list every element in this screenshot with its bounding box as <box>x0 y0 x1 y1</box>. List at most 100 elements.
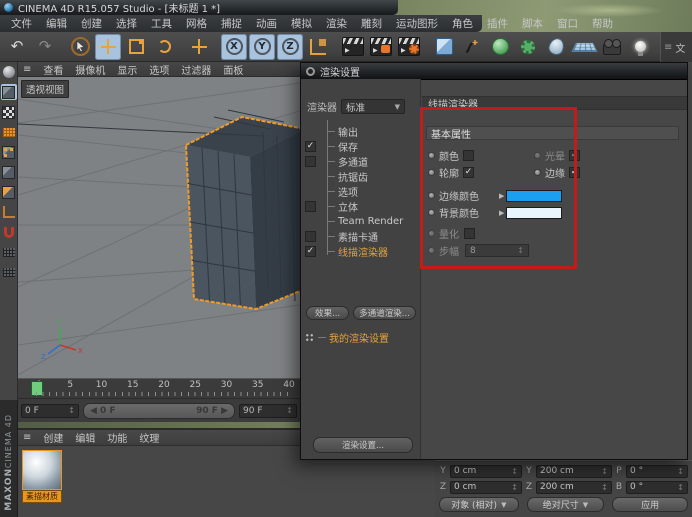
menu-item[interactable]: 脚本 <box>515 16 550 31</box>
effects-button[interactable]: 效果... <box>306 306 349 320</box>
spinner-icon[interactable]: ↕ <box>511 483 518 492</box>
keyframe-dot-icon[interactable] <box>428 192 435 199</box>
tree-item-label[interactable]: 立体 <box>338 199 358 214</box>
spinner-icon[interactable]: ↕ <box>511 467 518 476</box>
scale-tool-button[interactable] <box>123 34 149 60</box>
menu-item[interactable]: 文件 <box>4 16 39 31</box>
viewport-menu-item[interactable]: 过滤器 <box>181 62 211 77</box>
tree-item-label[interactable]: Team Render <box>338 216 403 227</box>
material-menu-item[interactable]: 编辑 <box>75 430 95 445</box>
edges-mode-button[interactable] <box>1 164 17 180</box>
tree-item-label[interactable]: 输出 <box>338 124 358 139</box>
settings-tree-item[interactable]: ✓ Team Render <box>301 214 420 229</box>
rotate-tool-button[interactable] <box>151 34 177 60</box>
menu-item[interactable]: 插件 <box>480 16 515 31</box>
light-button[interactable] <box>627 34 653 60</box>
viewport-menu-item[interactable]: 查看 <box>43 62 63 77</box>
expand-triangle-icon[interactable]: ▶ <box>499 209 504 217</box>
settings-tree-item[interactable]: ✓ 抗锯齿 <box>301 169 420 184</box>
viewport[interactable]: ≡ 查看 摄像机 显示 选项 过滤器 面板 透视视图 <box>18 62 300 378</box>
panel-menu-icon[interactable]: ≡ <box>664 42 672 53</box>
menu-item[interactable]: 渲染 <box>319 16 354 31</box>
view-label[interactable]: 透视视图 <box>21 80 69 98</box>
edge-checkbox[interactable]: ✓ <box>569 167 580 178</box>
render-view-button[interactable] <box>340 34 366 60</box>
keyframe-dot-icon[interactable] <box>534 169 541 176</box>
enable-axis-button[interactable] <box>1 204 17 220</box>
coordinate-system-button[interactable] <box>305 34 331 60</box>
glow-checkbox[interactable]: ✓ <box>569 150 580 161</box>
size-y-field[interactable]: 200 cm↕ <box>536 465 612 478</box>
tree-checkbox[interactable]: ✓ <box>305 201 316 212</box>
step-field[interactable]: 8↕ <box>465 244 529 257</box>
camera-button[interactable] <box>599 34 625 60</box>
menu-item[interactable]: 雕刻 <box>354 16 389 31</box>
settings-tree-item[interactable]: ✓ 素描卡通 <box>301 229 420 244</box>
floor-button[interactable] <box>571 34 597 60</box>
tree-item-label[interactable]: 抗锯齿 <box>338 169 368 184</box>
undo-button[interactable]: ↶ <box>4 34 30 60</box>
viewport-menu-item[interactable]: 摄像机 <box>75 62 105 77</box>
last-tool-button[interactable] <box>186 34 212 60</box>
material-menu-item[interactable]: 纹理 <box>139 430 159 445</box>
quantize-checkbox[interactable] <box>464 228 475 239</box>
bg-color-swatch[interactable] <box>506 207 562 219</box>
axis-y-button[interactable]: Y <box>249 34 275 60</box>
settings-tree-item[interactable]: ✓ 多通道 <box>301 154 420 169</box>
menu-item[interactable]: 模拟 <box>284 16 319 31</box>
position-y-field[interactable]: 0 cm↕ <box>450 465 522 478</box>
environment-button[interactable] <box>543 34 569 60</box>
expand-triangle-icon[interactable]: ▶ <box>499 192 504 200</box>
material-menu-item[interactable]: 创建 <box>43 430 63 445</box>
renderer-dropdown[interactable]: 标准▼ <box>341 99 405 114</box>
color-checkbox[interactable] <box>463 150 474 161</box>
outline-checkbox[interactable]: ✓ <box>463 167 474 178</box>
rotation-b-field[interactable]: 0 °↕ <box>626 481 688 494</box>
dialog-title-bar[interactable]: 渲染设置 <box>301 63 687 80</box>
material-name-label[interactable]: 素描材质 <box>22 490 62 503</box>
size-z-field[interactable]: 200 cm↕ <box>536 481 612 494</box>
menu-item[interactable]: 选择 <box>109 16 144 31</box>
tree-checkbox[interactable]: ✓ <box>305 141 316 152</box>
position-z-field[interactable]: 0 cm↕ <box>450 481 522 494</box>
tree-item-label[interactable]: 多通道 <box>338 154 368 169</box>
quantize-button[interactable] <box>1 244 17 260</box>
render-settings-toolbar-button[interactable] <box>396 34 422 60</box>
snap-button[interactable] <box>1 224 17 240</box>
settings-tree-item[interactable]: ✓ 立体 <box>301 199 420 214</box>
size-mode-dropdown[interactable]: 绝对尺寸▼ <box>527 497 605 512</box>
generators-button[interactable] <box>487 34 513 60</box>
frame-range-slider[interactable]: ◀ 0 F 90 F ▶ <box>83 403 235 419</box>
texture-mode-button[interactable] <box>1 104 17 120</box>
viewport-menu-item[interactable]: 面板 <box>223 62 243 77</box>
settings-tree-item[interactable]: ✓ 输出 <box>301 124 420 139</box>
tree-item-label[interactable]: 选项 <box>338 184 358 199</box>
spinner-icon[interactable]: ↕ <box>601 467 608 476</box>
keyframe-dot-icon[interactable] <box>428 169 435 176</box>
menu-item[interactable]: 工具 <box>144 16 179 31</box>
deformers-button[interactable] <box>515 34 541 60</box>
material-thumbnail[interactable]: 素描材质 <box>22 450 64 502</box>
spinner-icon[interactable]: ↕ <box>677 467 684 476</box>
menu-item[interactable]: 创建 <box>74 16 109 31</box>
spinner-icon[interactable]: ↕ <box>677 483 684 492</box>
render-settings-bottom-button[interactable]: 渲染设置... <box>313 437 413 453</box>
coord-mode-dropdown[interactable]: 对象 (相对)▼ <box>439 497 519 512</box>
polygons-mode-button[interactable] <box>1 184 17 200</box>
primitive-cube-button[interactable] <box>431 34 457 60</box>
edge-color-swatch[interactable] <box>506 190 562 202</box>
move-tool-button[interactable] <box>95 34 121 60</box>
menu-item[interactable]: 网格 <box>179 16 214 31</box>
points-mode-button[interactable] <box>1 144 17 160</box>
viewport-canvas[interactable]: 透视视图 <box>18 77 300 378</box>
menu-item[interactable]: 窗口 <box>550 16 585 31</box>
keyframe-dot-icon[interactable] <box>428 152 435 159</box>
material-menu-item[interactable]: 功能 <box>107 430 127 445</box>
tree-checkbox[interactable]: ✓ <box>305 246 316 257</box>
settings-tree-item[interactable]: ✓ 线描渲染器 <box>301 244 420 259</box>
redo-button[interactable]: ↷ <box>32 34 58 60</box>
model-mode-button[interactable] <box>1 84 17 100</box>
workplane-mode-button[interactable] <box>1 124 17 140</box>
workplane-snap-button[interactable] <box>1 264 17 280</box>
spinner-icon[interactable]: ↕ <box>601 483 608 492</box>
